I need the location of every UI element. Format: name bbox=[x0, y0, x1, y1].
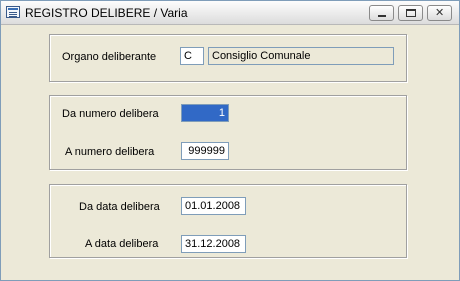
report-window: REGISTRO DELIBERE / Varia ✕ Organo delib… bbox=[0, 0, 460, 281]
numero-from-field[interactable]: 1 bbox=[181, 104, 229, 122]
form-body: Organo deliberante C Consiglio Comunale … bbox=[1, 25, 459, 280]
maximize-button[interactable] bbox=[398, 5, 423, 21]
data-to-field[interactable]: 31.12.2008 bbox=[181, 235, 246, 253]
organo-code-field[interactable]: C bbox=[180, 47, 204, 65]
title-bar[interactable]: REGISTRO DELIBERE / Varia ✕ bbox=[1, 1, 459, 25]
data-from-field[interactable]: 01.01.2008 bbox=[181, 197, 246, 215]
numero-to-label: A numero delibera bbox=[65, 146, 155, 158]
close-icon: ✕ bbox=[435, 7, 445, 19]
minimize-button[interactable] bbox=[369, 5, 394, 21]
data-to-label: A data delibera bbox=[85, 238, 159, 250]
form-window-icon[interactable] bbox=[6, 6, 20, 18]
window-title: REGISTRO DELIBERE / Varia bbox=[25, 6, 188, 20]
organo-description-field: Consiglio Comunale bbox=[208, 47, 394, 65]
numero-to-field[interactable]: 999999 bbox=[181, 142, 229, 160]
data-from-label: Da data delibera bbox=[79, 201, 160, 213]
organo-label: Organo deliberante bbox=[62, 51, 157, 63]
maximize-icon bbox=[406, 9, 416, 17]
numero-from-label: Da numero delibera bbox=[62, 108, 159, 120]
close-button[interactable]: ✕ bbox=[427, 5, 452, 21]
minimize-icon bbox=[378, 15, 386, 17]
